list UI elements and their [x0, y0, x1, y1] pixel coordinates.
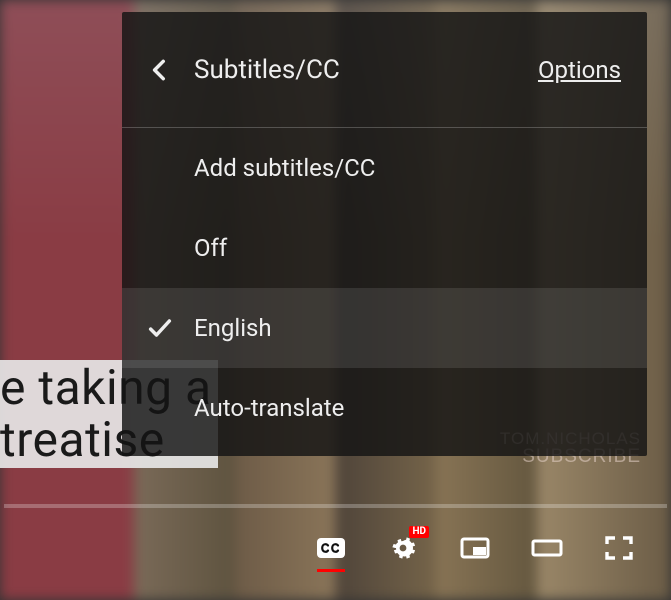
subtitles-menu: Subtitles/CC Options Add subtitles/CC Of…	[122, 12, 647, 456]
progress-bar[interactable]	[4, 504, 667, 508]
back-button[interactable]	[140, 50, 180, 90]
menu-item-label: Off	[194, 234, 227, 262]
player-controls: HD	[0, 518, 671, 578]
options-link[interactable]: Options	[538, 56, 621, 84]
menu-item-off[interactable]: Off	[122, 208, 647, 288]
theater-icon	[529, 530, 565, 566]
cc-icon	[313, 530, 349, 566]
menu-title: Subtitles/CC	[194, 55, 340, 85]
video-player: e taking a treatise TOM.NICHOLAS SUBSCRI…	[0, 0, 671, 600]
fullscreen-icon	[601, 530, 637, 566]
miniplayer-icon	[457, 530, 493, 566]
menu-item-add-subtitles[interactable]: Add subtitles/CC	[122, 128, 647, 208]
settings-button[interactable]: HD	[385, 530, 421, 566]
chevron-left-icon	[147, 57, 173, 83]
fullscreen-button[interactable]	[601, 530, 637, 566]
miniplayer-button[interactable]	[457, 530, 493, 566]
subtitles-button[interactable]	[313, 530, 349, 566]
menu-item-label: Add subtitles/CC	[194, 154, 375, 182]
cc-active-indicator	[317, 569, 345, 572]
check-icon	[146, 314, 174, 342]
menu-item-label: English	[194, 314, 272, 342]
menu-item-auto-translate[interactable]: Auto-translate	[122, 368, 647, 448]
hd-badge: HD	[409, 526, 429, 538]
theater-button[interactable]	[529, 530, 565, 566]
menu-item-english[interactable]: English	[122, 288, 647, 368]
menu-item-label: Auto-translate	[194, 394, 344, 422]
menu-header: Subtitles/CC Options	[122, 12, 647, 128]
